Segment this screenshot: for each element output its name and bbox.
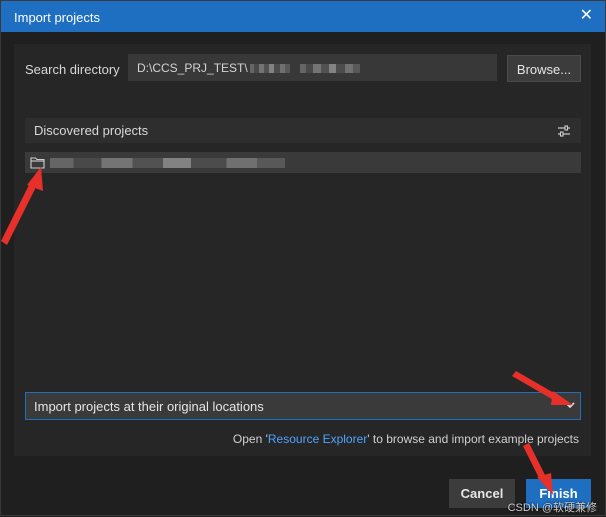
- import-projects-dialog: Import projects ✕ Search directory D:\CC…: [0, 0, 606, 516]
- resource-explorer-hint: Open 'Resource Explorer' to browse and i…: [232, 432, 579, 446]
- import-location-value: Import projects at their original locati…: [34, 399, 264, 414]
- dialog-title: Import projects: [14, 10, 100, 25]
- sliders-icon[interactable]: [557, 124, 571, 138]
- browse-button[interactable]: Browse...: [507, 55, 581, 82]
- project-name: [50, 154, 285, 170]
- chevron-down-icon: [565, 402, 575, 409]
- search-directory-label: Search directory: [25, 62, 120, 77]
- redacted-text: [299, 64, 360, 74]
- search-directory-input[interactable]: D:\CCS_PRJ_TEST\: [128, 54, 497, 81]
- cancel-button[interactable]: Cancel: [449, 479, 515, 508]
- title-bar: Import projects ✕: [1, 1, 605, 32]
- resource-explorer-link[interactable]: Resource Explorer: [268, 432, 367, 446]
- discovered-projects-label: Discovered projects: [34, 123, 149, 138]
- watermark: CSDN @软硬兼修: [507, 502, 597, 514]
- redacted-project-name: [50, 157, 285, 168]
- discovered-project-row[interactable]: [25, 152, 581, 173]
- redacted-text: [249, 64, 290, 74]
- close-icon[interactable]: ✕: [580, 7, 593, 25]
- import-location-select[interactable]: Import projects at their original locati…: [25, 392, 581, 420]
- folder-icon: [30, 157, 45, 169]
- discovered-projects-header: Discovered projects: [25, 118, 581, 143]
- search-directory-value: D:\CCS_PRJ_TEST\: [137, 61, 248, 75]
